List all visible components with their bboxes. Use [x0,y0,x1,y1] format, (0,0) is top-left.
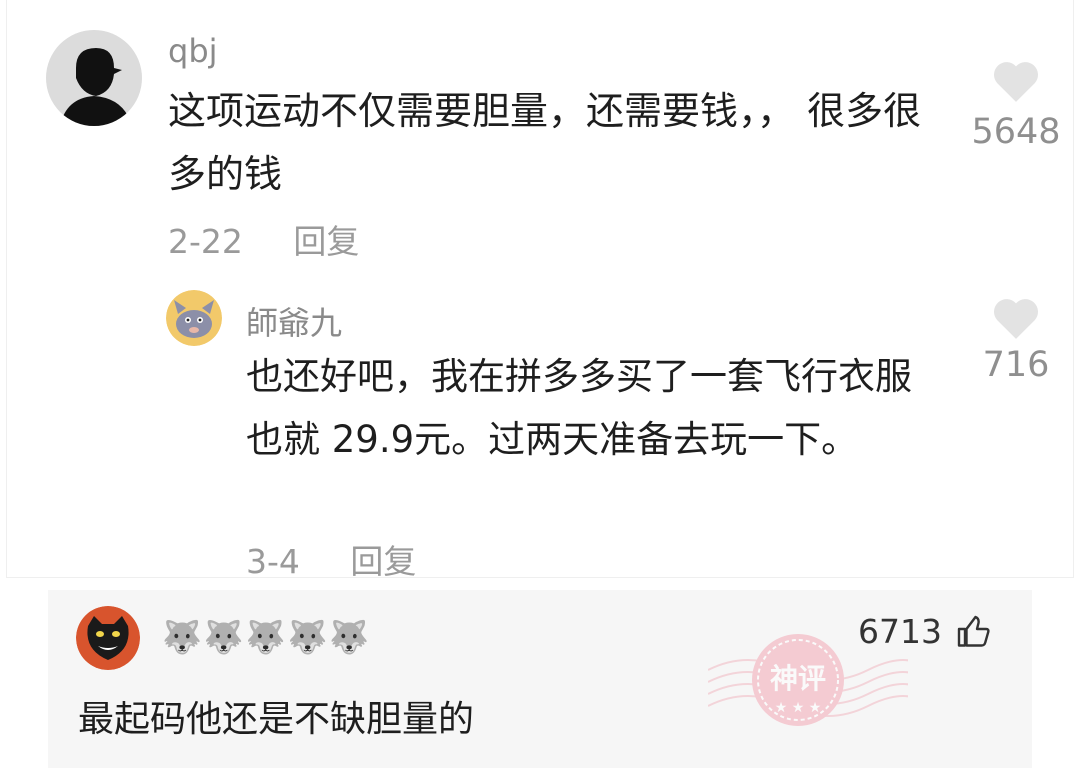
black-panther-avatar-icon [76,606,140,670]
comment-username[interactable]: qbj [168,32,218,70]
god-comment-avatar[interactable] [76,606,140,670]
user-silhouette-icon [46,30,142,126]
reply-date: 3-4 [246,542,300,581]
cartoon-cat-avatar-icon [166,290,222,346]
reply-like[interactable]: 716 [964,295,1068,385]
svg-text:★ ★ ★: ★ ★ ★ [775,700,822,716]
comment-meta: 2-22 回复 [168,215,399,263]
reply-username[interactable]: 師爺九 [246,298,342,344]
comment-like[interactable]: 5648 [964,58,1068,152]
avatar[interactable] [46,30,142,126]
reply-button[interactable]: 回复 [350,542,416,581]
reply-meta: 3-4 回复 [246,535,456,583]
god-comment-stamp-icon: 神评 ★ ★ ★ [708,634,908,726]
god-comment-username[interactable]: 🐺🐺🐺🐺🐺 [162,618,371,656]
heart-icon[interactable] [990,58,1042,104]
like-count: 716 [982,345,1050,385]
god-comment-text: 最起码他还是不缺胆量的 [78,699,475,740]
comment-text: 这项运动不仅需要胆量，还需要钱，， 很多很多的钱 [168,89,922,196]
stamp-text: 神评 [770,662,826,695]
thumbs-up-icon[interactable] [956,614,992,650]
god-comment-card: 🐺🐺🐺🐺🐺 6713 最起码他还是不缺胆量的 神评 ★ ★ ★ [48,590,1032,768]
comment-thread: qbj 这项运动不仅需要胆量，还需要钱，， 很多很多的钱 2-22 回复 564… [0,0,1080,581]
reply-button[interactable]: 回复 [293,222,359,261]
reply-avatar[interactable] [166,290,222,346]
reply-text: 也还好吧，我在拼多多买了一套飞行衣服也就 29.9元。过两天准备去玩一下。 [246,355,912,461]
like-count: 5648 [971,112,1061,152]
comment-date: 2-22 [168,222,243,261]
heart-icon[interactable] [990,295,1042,341]
